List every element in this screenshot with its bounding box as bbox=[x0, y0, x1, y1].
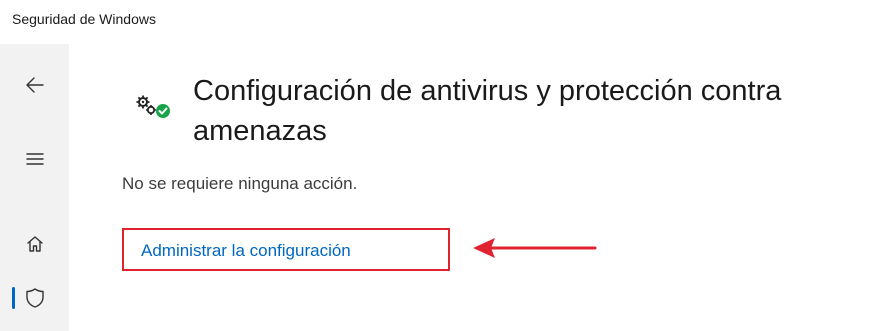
manage-settings-link[interactable]: Administrar la configuración bbox=[141, 241, 351, 261]
status-text: No se requiere ninguna acción. bbox=[122, 174, 358, 193]
red-arrow-icon bbox=[473, 238, 597, 258]
menu-button[interactable] bbox=[0, 139, 69, 179]
shield-icon bbox=[25, 288, 44, 308]
page-title: Configuración de antivirus y protección … bbox=[193, 75, 782, 147]
sidebar-item-virus-protection[interactable] bbox=[0, 278, 69, 318]
window-title: Seguridad de Windows bbox=[12, 11, 156, 27]
title-bar: Seguridad de Windows bbox=[0, 0, 884, 44]
hamburger-menu-icon bbox=[25, 153, 44, 165]
back-arrow-icon bbox=[25, 77, 44, 93]
highlight-box: Administrar la configuración bbox=[122, 228, 450, 271]
gears-check-icon bbox=[136, 95, 170, 118]
sidebar-item-home[interactable] bbox=[0, 224, 69, 264]
home-icon bbox=[26, 236, 43, 252]
back-button[interactable] bbox=[0, 65, 69, 105]
main-content: Configuración de antivirus y protección … bbox=[69, 44, 884, 331]
sidebar bbox=[0, 44, 69, 331]
